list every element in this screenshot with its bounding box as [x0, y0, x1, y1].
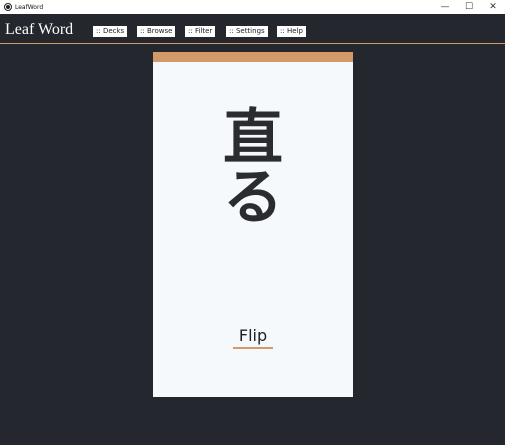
flip-button[interactable]: Flip — [233, 327, 273, 349]
app-toolbar: Leaf Word :: Decks :: Browse :: Filter :… — [0, 14, 505, 43]
card-accent-bar — [153, 52, 353, 62]
card-word-line: 直 — [223, 103, 283, 173]
window-title: LeafWord — [15, 3, 44, 11]
app-icon — [4, 3, 12, 11]
toolbar-divider — [0, 43, 505, 44]
close-icon[interactable]: ✕ — [481, 0, 505, 14]
card-word: 直 る — [153, 108, 353, 228]
flashcard: 直 る Flip — [153, 52, 353, 397]
settings-button[interactable]: :: Settings — [226, 26, 268, 37]
window-controls: — ☐ ✕ — [433, 0, 505, 14]
minimize-icon[interactable]: — — [433, 0, 457, 14]
decks-button[interactable]: :: Decks — [93, 26, 128, 37]
card-word-line: る — [223, 163, 283, 233]
help-button[interactable]: :: Help — [277, 26, 306, 37]
window-titlebar: LeafWord — ☐ ✕ — [0, 0, 505, 14]
maximize-icon[interactable]: ☐ — [457, 0, 481, 14]
browse-button[interactable]: :: Browse — [137, 26, 176, 37]
app-logo: Leaf Word — [5, 21, 74, 38]
filter-button[interactable]: :: Filter — [185, 26, 216, 37]
